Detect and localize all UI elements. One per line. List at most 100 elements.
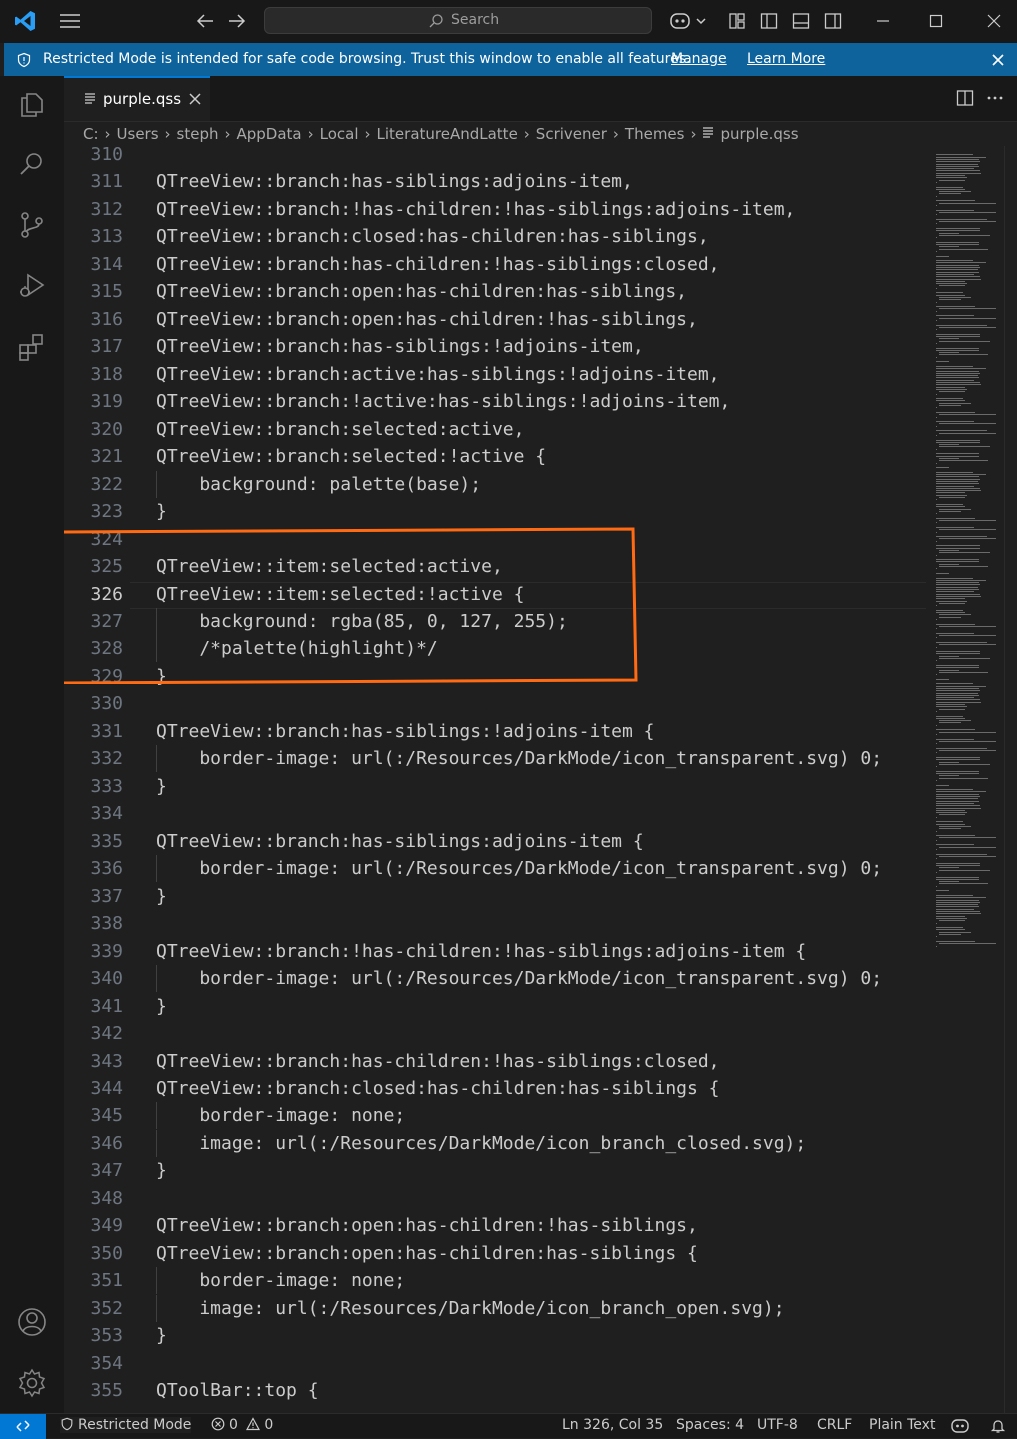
code-line[interactable]: 330	[64, 690, 926, 717]
indentation-status[interactable]: Spaces: 4	[676, 1417, 744, 1433]
copilot-icon[interactable]	[668, 10, 710, 32]
code-line[interactable]: 331 QTreeView::branch:has-siblings:!adjoi…	[64, 718, 926, 745]
breadcrumb-item[interactable]: purple.qss	[720, 125, 798, 143]
notifications-bell-icon[interactable]	[990, 1418, 1006, 1434]
breadcrumb-item[interactable]: LiteratureAndLatte	[377, 125, 518, 143]
run-debug-icon[interactable]	[16, 270, 48, 302]
close-banner-icon[interactable]	[990, 52, 1006, 68]
restricted-mode-status[interactable]: Restricted Mode	[60, 1417, 192, 1433]
breadcrumb-item[interactable]: Scrivener	[536, 125, 607, 143]
minimap-line	[936, 577, 973, 579]
source-control-icon[interactable]	[16, 209, 48, 241]
code-line[interactable]: 316 QTreeView::branch:open:has-children:!…	[64, 306, 926, 333]
breadcrumb-item[interactable]: Users	[117, 125, 159, 143]
encoding-status[interactable]: UTF-8	[757, 1417, 798, 1433]
code-line[interactable]: 334	[64, 800, 926, 827]
code-line[interactable]: 342	[64, 1020, 926, 1047]
code-line[interactable]: 350 QTreeView::branch:open:has-children:h…	[64, 1240, 926, 1267]
code-text: QTreeView::branch:closed:has-children:ha…	[156, 1078, 720, 1099]
cursor-position[interactable]: Ln 326, Col 35	[562, 1417, 663, 1433]
problems-status[interactable]: 0 0	[211, 1417, 273, 1433]
minimap-line	[939, 563, 959, 565]
code-line[interactable]: 323}	[64, 498, 926, 525]
code-line[interactable]: 313 QTreeView::branch:closed:has-children…	[64, 223, 926, 250]
close-tab-icon[interactable]	[188, 92, 202, 106]
code-line[interactable]: 333}	[64, 773, 926, 800]
code-line[interactable]: 311 QTreeView::branch:has-siblings:adjoin…	[64, 168, 926, 195]
manage-link[interactable]: Manage	[671, 51, 727, 67]
minimap-line	[939, 446, 990, 448]
code-line[interactable]: 322 background: palette(base);	[64, 471, 926, 498]
eol-status[interactable]: CRLF	[817, 1417, 852, 1433]
minimap-line	[936, 871, 937, 873]
command-center-search[interactable]: Search	[264, 7, 652, 34]
code-line[interactable]: 337}	[64, 883, 926, 910]
minimap-line	[936, 561, 979, 563]
customize-layout-icon[interactable]	[727, 11, 747, 31]
breadcrumb-item[interactable]: Local	[320, 125, 359, 143]
code-line[interactable]: 354	[64, 1350, 926, 1377]
code-line[interactable]: 344 QTreeView::branch:closed:has-children…	[64, 1075, 926, 1102]
learn-more-link[interactable]: Learn More	[747, 51, 825, 67]
tab-purple-qss[interactable]: purple.qss	[64, 76, 210, 121]
code-line[interactable]: 314 QTreeView::branch:has-children:!has-s…	[64, 251, 926, 278]
breadcrumb-item[interactable]: AppData	[237, 125, 302, 143]
code-line[interactable]: 319 QTreeView::branch:!active:has-sibling…	[64, 388, 926, 415]
code-line[interactable]: 338	[64, 910, 926, 937]
code-line[interactable]: 348	[64, 1185, 926, 1212]
code-line[interactable]: 320 QTreeView::branch:selected:active,	[64, 416, 926, 443]
code-line[interactable]: 339 QTreeView::branch:!has-children:!has-…	[64, 938, 926, 965]
code-line[interactable]: 336 border-image: url(:/Resources/DarkMo…	[64, 855, 926, 882]
code-line[interactable]: 310	[64, 146, 926, 168]
code-line[interactable]: 349 QTreeView::branch:open:has-children:!…	[64, 1212, 926, 1239]
code-line[interactable]: 346 image: url(:/Resources/DarkMode/icon…	[64, 1130, 926, 1157]
code-line[interactable]: 317 QTreeView::branch:has-siblings:!adjoi…	[64, 333, 926, 360]
split-editor-icon[interactable]	[956, 89, 974, 107]
settings-gear-icon[interactable]	[16, 1367, 48, 1399]
back-arrow-icon[interactable]	[194, 11, 216, 31]
code-line[interactable]: 353}	[64, 1322, 926, 1349]
maximize-icon[interactable]	[925, 10, 947, 32]
toggle-panel-icon[interactable]	[791, 11, 811, 31]
search-icon[interactable]	[16, 148, 48, 180]
toggle-primary-sidebar-icon[interactable]	[759, 11, 779, 31]
code-line[interactable]: 347}	[64, 1157, 926, 1184]
breadcrumb-item[interactable]: C:	[83, 125, 99, 143]
code-line[interactable]: 343 QTreeView::branch:has-children:!has-s…	[64, 1048, 926, 1075]
breadcrumb-item[interactable]: steph	[177, 125, 219, 143]
more-actions-icon[interactable]	[986, 89, 1004, 107]
code-line[interactable]: 332 border-image: url(:/Resources/DarkMo…	[64, 745, 926, 772]
code-line[interactable]: 318 QTreeView::branch:active:has-siblings…	[64, 361, 926, 388]
language-mode-status[interactable]: Plain Text	[869, 1417, 935, 1433]
forward-arrow-icon[interactable]	[226, 11, 248, 31]
accounts-icon[interactable]	[16, 1306, 48, 1338]
code-line[interactable]: 321 QTreeView::branch:selected:!active {	[64, 443, 926, 470]
minimap-line	[936, 835, 975, 837]
minimap-line	[936, 375, 978, 377]
menu-icon[interactable]	[58, 11, 82, 31]
minimap-line	[936, 816, 937, 818]
code-line[interactable]: 315 QTreeView::branch:open:has-children:h…	[64, 278, 926, 305]
toggle-secondary-sidebar-icon[interactable]	[823, 11, 843, 31]
explorer-icon[interactable]	[16, 88, 48, 120]
code-line[interactable]: 341}	[64, 993, 926, 1020]
code-line[interactable]: 352 image: url(:/Resources/DarkMode/icon…	[64, 1295, 926, 1322]
minimize-icon[interactable]	[872, 10, 894, 32]
remote-indicator[interactable]	[0, 1414, 46, 1439]
code-line[interactable]: 312 QTreeView::branch:!has-children:!has-…	[64, 196, 926, 223]
extensions-icon[interactable]	[16, 331, 48, 363]
code-line[interactable]: 351 border-image: none;	[64, 1267, 926, 1294]
code-line[interactable]: 345 border-image: none;	[64, 1102, 926, 1129]
close-window-icon[interactable]	[983, 10, 1005, 32]
code-editor[interactable]: 310 311 QTreeView::branch:has-siblings:adj…	[64, 146, 926, 1413]
breadcrumb-item[interactable]: Themes	[625, 125, 685, 143]
code-line[interactable]: 355 QToolBar::top {	[64, 1377, 926, 1404]
minimap-line	[936, 499, 937, 501]
code-line[interactable]: 340 border-image: url(:/Resources/DarkMo…	[64, 965, 926, 992]
copilot-status-icon[interactable]	[950, 1418, 970, 1434]
vertical-scrollbar[interactable]	[1004, 146, 1017, 1413]
code-line[interactable]: 335 QTreeView::branch:has-siblings:adjoin…	[64, 828, 926, 855]
minimap-line	[936, 361, 949, 363]
line-number: 330	[90, 693, 123, 714]
minimap[interactable]	[926, 146, 1004, 1413]
